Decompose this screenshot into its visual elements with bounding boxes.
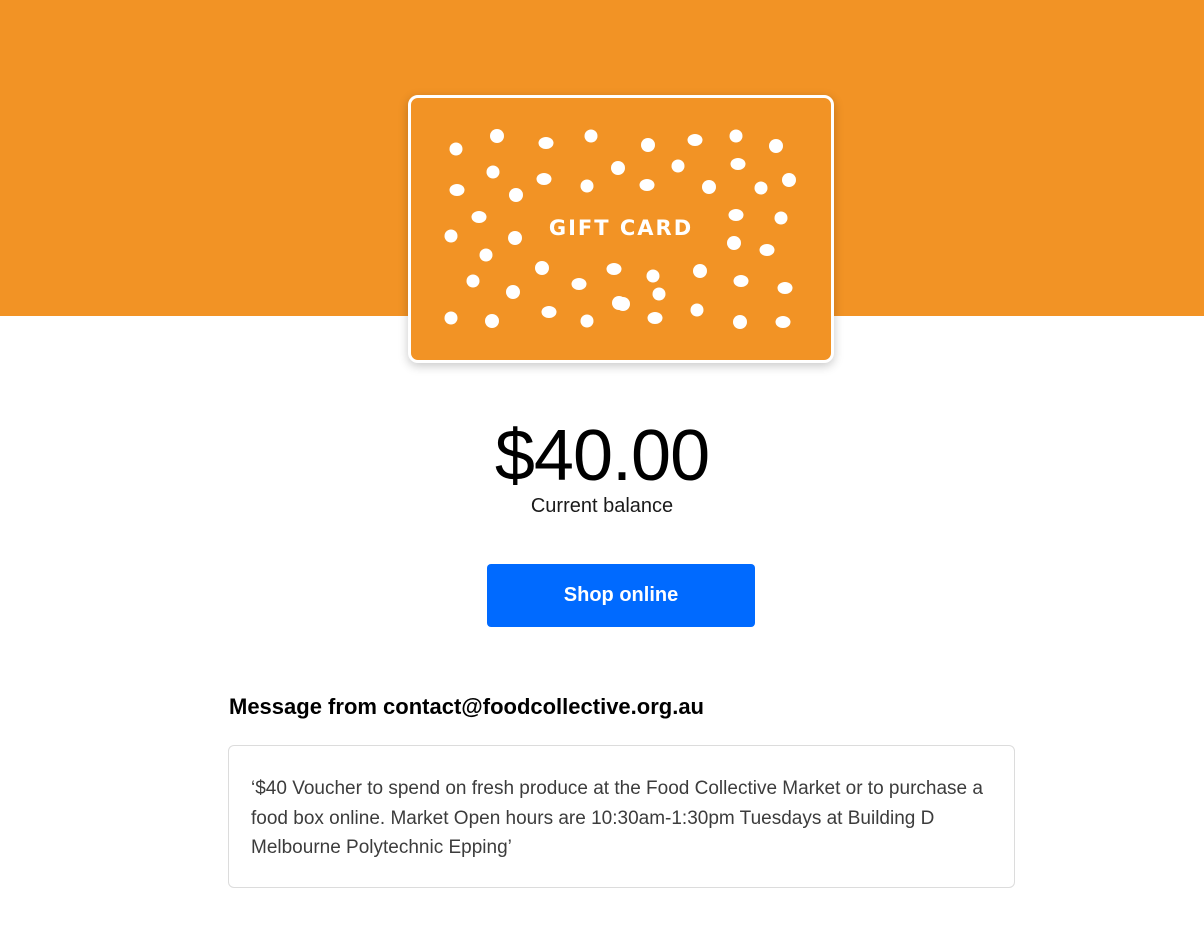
confetti-dot xyxy=(687,134,703,146)
confetti-dot xyxy=(538,137,554,149)
confetti-dot xyxy=(646,269,660,283)
confetti-dot xyxy=(730,158,746,170)
confetti-dot xyxy=(754,181,768,195)
confetti-dot xyxy=(671,159,685,173)
confetti-dot xyxy=(611,161,625,175)
message-box: ‘$40 Voucher to spend on fresh produce a… xyxy=(228,745,1015,888)
gift-card-image: GIFT CARD xyxy=(408,95,834,363)
message-heading: Message from contact@foodcollective.org.… xyxy=(229,694,704,719)
confetti-dot xyxy=(769,139,783,153)
shop-online-button[interactable]: Shop online xyxy=(487,564,755,627)
confetti-dot xyxy=(506,285,520,299)
confetti-dot xyxy=(535,261,549,275)
confetti-dot xyxy=(729,129,743,143)
confetti-dot xyxy=(733,315,747,329)
confetti-dot xyxy=(490,129,504,143)
confetti-dot xyxy=(449,184,465,196)
confetti-dot xyxy=(580,179,594,193)
message-body: ‘$40 Voucher to spend on fresh produce a… xyxy=(251,778,983,858)
balance-label: Current balance xyxy=(530,495,674,517)
confetti-dot xyxy=(702,180,716,194)
confetti-dot xyxy=(479,248,493,262)
confetti-dot xyxy=(759,244,775,256)
confetti-dot xyxy=(775,316,791,328)
confetti-dot xyxy=(647,312,663,324)
confetti-dot xyxy=(693,264,707,278)
confetti-dot xyxy=(486,165,500,179)
confetti-dot xyxy=(536,173,552,185)
confetti-dot xyxy=(571,278,587,290)
confetti-dot xyxy=(652,287,666,301)
confetti-dot xyxy=(580,314,594,328)
confetti-dot xyxy=(733,275,749,287)
confetti-dot xyxy=(639,179,655,191)
confetti-dot xyxy=(584,129,598,143)
confetti-dot xyxy=(541,306,557,318)
gift-card-page: GIFT CARD $40.00 Current balance Shop on… xyxy=(0,0,1204,948)
balance-amount: $40.00 xyxy=(494,416,710,496)
confetti-dot xyxy=(444,311,458,325)
confetti-dot xyxy=(466,274,480,288)
confetti-dot xyxy=(641,138,655,152)
confetti-dot xyxy=(509,188,523,202)
confetti-dot xyxy=(777,282,793,294)
confetti-dot xyxy=(616,297,630,311)
confetti-dot xyxy=(606,263,622,275)
gift-card-title: GIFT CARD xyxy=(548,216,694,240)
confetti-dot xyxy=(690,303,704,317)
confetti-dot xyxy=(485,314,499,328)
confetti-dot xyxy=(782,173,796,187)
confetti-dot xyxy=(449,142,463,156)
